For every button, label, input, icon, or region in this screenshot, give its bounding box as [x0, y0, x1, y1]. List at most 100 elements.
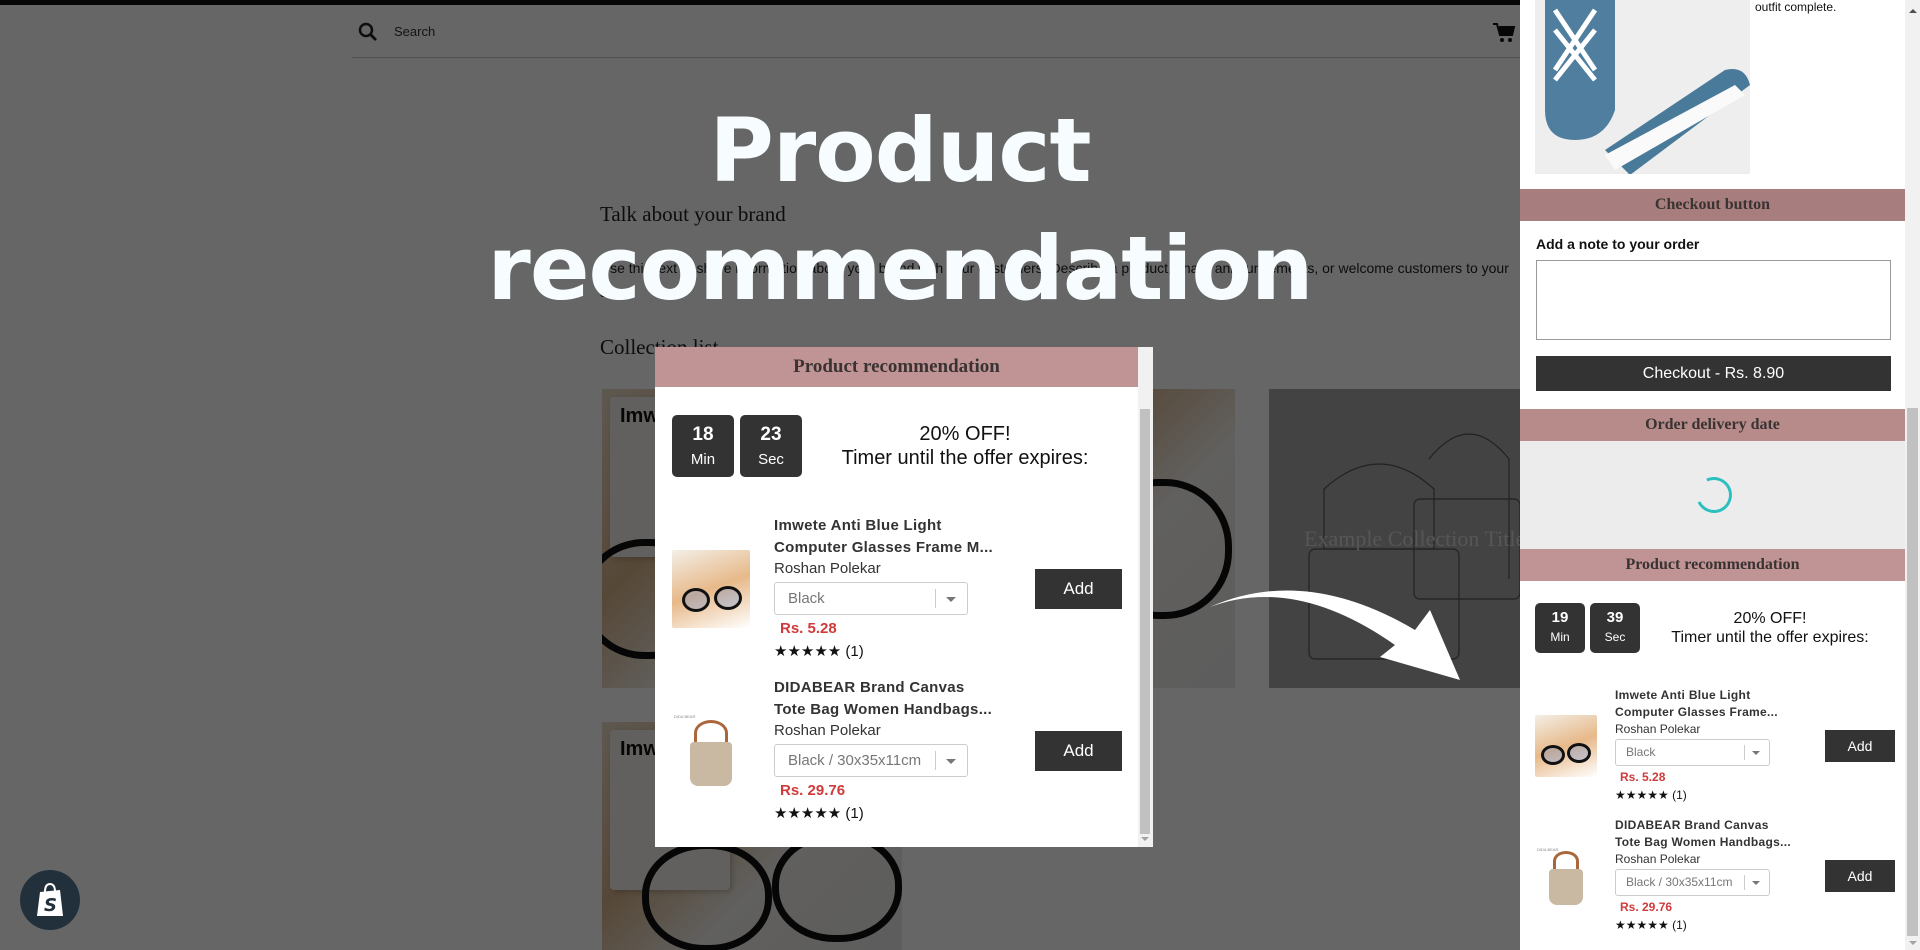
- product-image[interactable]: [672, 550, 750, 628]
- star-icons: ★★★★★: [774, 643, 842, 660]
- delivery-date-header: Order delivery date: [1520, 409, 1905, 441]
- product-info: DIDABEAR Brand Canvas Tote Bag Women Han…: [1615, 817, 1805, 934]
- timer-seconds-value: 23: [760, 424, 782, 445]
- product-info: DIDABEAR Brand Canvas Tote Bag Women Han…: [774, 677, 1005, 825]
- product-image[interactable]: [1535, 714, 1597, 777]
- star-icons: ★★★★★: [1615, 918, 1669, 932]
- cart-drawer: outfit complete. Checkout button Add a n…: [1520, 0, 1920, 950]
- review-count: (1): [1672, 788, 1687, 802]
- product-vendor: Roshan Polekar: [1615, 852, 1701, 866]
- offer-text: 20% OFF! Timer until the offer expires:: [808, 422, 1122, 470]
- product-recommendation-modal: Product recommendation 18 Min 23 Sec 20%…: [655, 347, 1153, 847]
- timer-minutes: 18 Min: [672, 415, 734, 477]
- product-rating: ★★★★★ (1): [1615, 916, 1805, 934]
- product-price: Rs. 5.28: [780, 620, 837, 637]
- timer-seconds-label: Sec: [758, 451, 784, 468]
- chevron-down-icon: [1752, 751, 1760, 755]
- variant-select[interactable]: Black: [1615, 739, 1770, 766]
- bag-icon: [1549, 868, 1583, 905]
- product-item: DIDA BEAR DIDABEAR Brand Canvas Tote Bag…: [672, 677, 1122, 825]
- promo-title: Product recommendation: [455, 92, 1345, 328]
- timer-minutes-label: Min: [1550, 630, 1570, 644]
- order-note-textarea[interactable]: [1536, 260, 1891, 340]
- countdown-timer: 19 Min 39 Sec 20% OFF! Timer until the o…: [1535, 603, 1895, 653]
- glasses-icon: [682, 588, 710, 612]
- glasses-icon: [714, 586, 742, 610]
- sneaker-image-icon: [1535, 0, 1750, 174]
- star-icons: ★★★★★: [1615, 788, 1669, 802]
- select-divider: [935, 751, 936, 770]
- chevron-down-icon: [946, 597, 956, 602]
- star-icons: ★★★★★: [774, 805, 842, 822]
- product-vendor: Roshan Polekar: [774, 560, 881, 577]
- upsell-product-image[interactable]: [1535, 0, 1750, 174]
- countdown-timer: 18 Min 23 Sec 20% OFF! Timer until the o…: [672, 415, 1122, 477]
- variant-select[interactable]: Black / 30x35x11cm: [1615, 869, 1770, 896]
- product-price: Rs. 29.76: [1620, 900, 1673, 914]
- product-rating: ★★★★★ (1): [1615, 786, 1805, 804]
- svg-text:S: S: [44, 895, 57, 916]
- modal-scrollbar-thumb[interactable]: [1140, 409, 1150, 834]
- variant-value: Black: [788, 590, 825, 607]
- recommendation-header: Product recommendation: [1520, 549, 1905, 581]
- checkout-section-header: Checkout button: [1520, 189, 1905, 221]
- shopify-bag-icon: S: [37, 882, 63, 916]
- bag-icon: [1553, 850, 1579, 871]
- add-to-cart-button[interactable]: Add: [1035, 731, 1122, 771]
- select-divider: [935, 589, 936, 608]
- arrow-icon: [1210, 590, 1460, 680]
- product-item: DIDA BEAR DIDABEAR Brand Canvas Tote Bag…: [1535, 817, 1895, 934]
- checkout-button[interactable]: Checkout - Rs. 8.90: [1536, 356, 1891, 391]
- product-name[interactable]: Imwete Anti Blue Light Computer Glasses …: [774, 515, 1005, 559]
- timer-minutes: 19 Min: [1535, 603, 1585, 653]
- timer-minutes-value: 18: [692, 424, 714, 445]
- product-price: Rs. 5.28: [1620, 770, 1666, 784]
- product-image[interactable]: DIDA BEAR: [672, 712, 750, 790]
- product-image[interactable]: DIDA BEAR: [1535, 845, 1597, 907]
- product-name-line2: Computer Glasses Frame M...: [774, 539, 994, 556]
- select-divider: [1744, 745, 1745, 760]
- chevron-down-icon: [1752, 881, 1760, 885]
- bag-icon: [690, 742, 732, 786]
- offer-text: 20% OFF! Timer until the offer expires:: [1645, 609, 1895, 647]
- order-note-label: Add a note to your order: [1536, 236, 1700, 252]
- variant-value: Black / 30x35x11cm: [1626, 875, 1733, 889]
- product-name-line2: Tote Bag Women Handbags...: [1615, 835, 1792, 849]
- product-vendor: Roshan Polekar: [774, 722, 881, 739]
- review-count: (1): [845, 643, 864, 660]
- product-name[interactable]: Imwete Anti Blue Light Computer Glasses …: [1615, 687, 1805, 721]
- scroll-down-icon[interactable]: [1141, 837, 1149, 841]
- variant-select[interactable]: Black / 30x35x11cm: [774, 744, 968, 777]
- promo-title-line1: Product: [709, 99, 1091, 202]
- timer-minutes-label: Min: [690, 451, 716, 468]
- product-name[interactable]: DIDABEAR Brand Canvas Tote Bag Women Han…: [1615, 817, 1805, 851]
- brand-mark: DIDA BEAR: [1537, 846, 1559, 852]
- variant-select[interactable]: Black: [774, 582, 968, 615]
- loading-spinner-icon: [1690, 471, 1738, 519]
- scroll-down-icon[interactable]: [1909, 941, 1917, 945]
- timer-seconds-label: Sec: [1604, 630, 1626, 644]
- glasses-icon: [1541, 744, 1565, 765]
- product-name[interactable]: DIDABEAR Brand Canvas Tote Bag Women Han…: [774, 677, 1005, 721]
- promo-title-line2: recommendation: [487, 217, 1313, 320]
- add-to-cart-button[interactable]: Add: [1825, 729, 1895, 762]
- review-count: (1): [845, 805, 864, 822]
- add-to-cart-button[interactable]: Add: [1035, 569, 1122, 609]
- review-count: (1): [1672, 918, 1687, 932]
- shopify-badge[interactable]: S: [20, 870, 80, 930]
- variant-value: Black: [1626, 745, 1656, 759]
- timer-seconds: 39 Sec: [1590, 603, 1640, 653]
- add-to-cart-button[interactable]: Add: [1825, 859, 1895, 892]
- offer-discount: 20% OFF!: [1733, 610, 1807, 627]
- product-name-line1: DIDABEAR Brand Canvas: [774, 679, 965, 696]
- product-name-line1: Imwete Anti Blue Light: [774, 517, 942, 534]
- chevron-down-icon: [946, 759, 956, 764]
- scroll-up-icon[interactable]: [1909, 9, 1917, 13]
- panel-scrollbar-thumb[interactable]: [1907, 408, 1918, 936]
- modal-header: Product recommendation: [655, 347, 1138, 387]
- product-name-line1: Imwete Anti Blue Light: [1615, 688, 1751, 702]
- offer-discount: 20% OFF!: [919, 423, 1011, 445]
- timer-seconds: 23 Sec: [740, 415, 802, 477]
- product-item: Imwete Anti Blue Light Computer Glasses …: [1535, 687, 1895, 804]
- product-item: Imwete Anti Blue Light Computer Glasses …: [672, 515, 1122, 663]
